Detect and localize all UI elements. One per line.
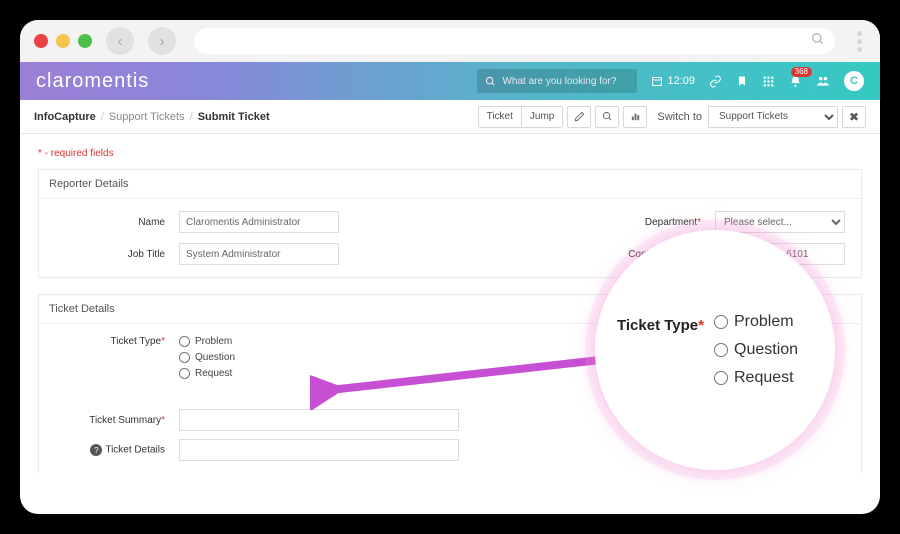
details-label: ?Ticket Details — [55, 444, 165, 456]
jump-button[interactable]: Jump — [521, 106, 563, 128]
reporter-heading: Reporter Details — [39, 170, 861, 199]
settings-button[interactable]: ✖ — [842, 106, 866, 128]
department-label: Department* — [601, 217, 701, 228]
clock[interactable]: 12:09 — [651, 75, 695, 87]
summary-field[interactable] — [179, 409, 459, 431]
bookmark-icon[interactable] — [736, 75, 748, 87]
switch-to-label: Switch to — [657, 111, 702, 123]
zoom-radio-request[interactable]: Request — [714, 369, 798, 387]
help-icon: ? — [90, 444, 102, 456]
radio-request[interactable]: Request — [179, 368, 379, 379]
department-select[interactable]: Please select... — [715, 211, 845, 233]
summary-label: Ticket Summary* — [55, 415, 165, 426]
browser-menu-icon[interactable] — [853, 31, 866, 52]
jobtitle-field[interactable] — [179, 243, 339, 265]
ticket-label: Ticket — [478, 106, 521, 128]
zoom-callout: Ticket Type* Problem Question Request — [595, 230, 835, 470]
window-close-icon[interactable] — [34, 34, 48, 48]
bell-icon[interactable]: 368 — [789, 75, 802, 88]
jobtitle-label: Job Title — [55, 249, 165, 260]
window-min-icon[interactable] — [56, 34, 70, 48]
search-button[interactable] — [595, 106, 619, 128]
radio-question[interactable]: Question — [179, 352, 379, 363]
avatar[interactable]: C — [844, 71, 864, 91]
name-field[interactable] — [179, 211, 339, 233]
window-max-icon[interactable] — [78, 34, 92, 48]
apps-icon[interactable] — [762, 75, 775, 88]
app-header: claromentis What are you looking for? 12… — [20, 62, 880, 100]
zoom-radio-question[interactable]: Question — [714, 341, 798, 359]
logo[interactable]: claromentis — [36, 70, 149, 93]
zoom-radio-problem[interactable]: Problem — [714, 313, 798, 331]
ticket-type-label: Ticket Type* — [55, 336, 165, 347]
crumb-root[interactable]: InfoCapture — [34, 111, 96, 123]
crumb-leaf: Submit Ticket — [198, 111, 270, 123]
edit-button[interactable] — [567, 106, 591, 128]
name-label: Name — [55, 217, 165, 228]
url-bar[interactable] — [194, 28, 835, 54]
global-search[interactable]: What are you looking for? — [477, 69, 637, 93]
crumb-mid[interactable]: Support Tickets — [109, 111, 185, 123]
radio-problem[interactable]: Problem — [179, 336, 379, 347]
search-icon — [811, 32, 825, 51]
search-placeholder: What are you looking for? — [502, 76, 616, 87]
titlebar: ‹ › — [20, 20, 880, 62]
chart-button[interactable] — [623, 106, 647, 128]
link-icon[interactable] — [709, 75, 722, 88]
toolbar: InfoCapture / Support Tickets / Submit T… — [20, 100, 880, 134]
zoom-type-label: Ticket Type* — [617, 317, 704, 334]
switch-select[interactable]: Support Tickets — [708, 106, 838, 128]
ticket-type-group: Problem Question Request — [179, 336, 379, 379]
notif-badge: 368 — [791, 67, 812, 77]
forward-button[interactable]: › — [148, 27, 176, 55]
details-field[interactable] — [179, 439, 459, 461]
back-button[interactable]: ‹ — [106, 27, 134, 55]
required-note: * - required fields — [38, 148, 862, 159]
users-icon[interactable] — [816, 74, 830, 88]
